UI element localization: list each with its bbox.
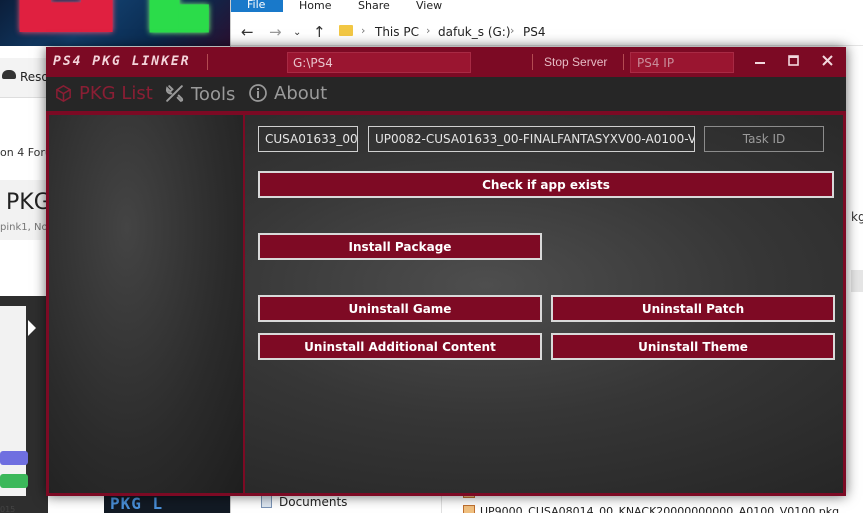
breadcrumb-ps4[interactable]: PS4 [523,25,546,39]
back-arrow-icon[interactable]: ← [241,23,254,41]
close-icon[interactable] [816,51,838,73]
folder-icon [339,25,353,36]
breadcrumb-separator-icon: › [361,24,366,37]
uninstall-additional-content-button[interactable]: Uninstall Additional Content [258,333,542,360]
tools-icon [165,85,184,102]
tab-tools[interactable]: Tools [164,83,235,107]
browser-dark-panel [0,296,48,513]
up-arrow-icon[interactable]: ↑ [313,23,326,41]
titlebar-divider [623,54,624,70]
app-logo: PS4 PKG LINKER [53,54,191,69]
uninstall-game-button[interactable]: Uninstall Game [258,295,542,322]
breadcrumb-separator-icon: › [426,24,431,37]
ps4-pkg-linker-window: PS4 PKG LINKER Stop Server PKG List Tool… [46,47,846,496]
breadcrumb-separator-icon: › [510,24,515,37]
content-area: CUSA01633_00 UP0082-CUSA01633_00-FINALFA… [49,115,843,493]
file-row[interactable]: UP9000_CUSA08014_00_KNACK20000000000_A01… [463,505,839,513]
browser-logo-text: PKG L [110,494,164,513]
tab-pkg-list-label: PKG List [79,83,153,104]
play-arrow-icon [28,320,36,336]
browser-logo-strip: PKG L [104,494,230,513]
pkg-list-panel[interactable] [49,115,245,493]
chevron-down-icon[interactable]: ⌄ [293,27,301,38]
ribbon-tab-share[interactable]: Share [358,0,390,12]
browser-nav-label[interactable]: Reso [20,70,49,84]
stop-server-button[interactable]: Stop Server [544,52,607,73]
ribbon-tab-file[interactable]: File [231,0,283,12]
forward-arrow-icon[interactable]: → [269,23,282,41]
uninstall-theme-button[interactable]: Uninstall Theme [551,333,835,360]
minimize-icon[interactable] [749,51,771,73]
explorer-address-bar: ← → ⌄ ↑ › This PC › dafuk_s (G:) › PS4 [231,18,863,46]
browser-year-text: 015 [0,505,16,513]
browser-thread-title: PKG [6,190,51,215]
install-package-button[interactable]: Install Package [258,233,542,260]
ps4-ip-input[interactable] [630,52,734,73]
explorer-column-text: kg [851,210,863,224]
blue-bar [0,451,28,465]
maximize-icon[interactable] [782,51,804,73]
ribbon-tab-view[interactable]: View [416,0,442,12]
browser-forum-text: on 4 Foru [0,146,52,159]
explorer-scrollbar[interactable] [851,270,863,292]
browser-banner-image: ▇▅▇ ▇▅ [0,0,230,46]
titlebar-divider [532,54,533,70]
info-icon [249,84,267,102]
menu-bar: PKG List Tools About [46,77,846,113]
ribbon-tab-home[interactable]: Home [299,0,331,12]
tab-about[interactable]: About [248,83,327,107]
tab-tools-label: Tools [191,84,236,105]
content-id-field[interactable]: UP0082-CUSA01633_00-FINALFANTASYXV00-A01… [368,126,695,152]
uninstall-patch-button[interactable]: Uninstall Patch [551,295,835,322]
cloud-icon [2,70,16,79]
documents-icon [261,495,272,508]
tab-about-label: About [274,83,328,104]
breadcrumb-this-pc[interactable]: This PC [375,25,419,39]
title-bar[interactable]: PS4 PKG LINKER Stop Server [46,47,846,77]
breadcrumb-drive[interactable]: dafuk_s (G:) [438,25,511,39]
explorer-ribbon: File Home Share View [231,0,863,12]
path-input[interactable] [287,52,471,73]
titlebar-divider [207,54,208,70]
nav-item-documents[interactable]: Documents [261,495,347,509]
green-bar [0,474,28,488]
browser-thread-author: pink1, No [0,222,48,233]
nav-item-documents-label: Documents [279,495,348,509]
task-id-field[interactable]: Task ID [704,126,824,152]
tab-pkg-list[interactable]: PKG List [54,83,153,107]
file-name: UP9000_CUSA08014_00_KNACK20000000000_A01… [480,505,840,513]
cube-icon [56,85,71,102]
title-id-field[interactable]: CUSA01633_00 [258,126,358,152]
package-file-icon [463,505,475,513]
check-app-exists-button[interactable]: Check if app exists [258,171,834,198]
